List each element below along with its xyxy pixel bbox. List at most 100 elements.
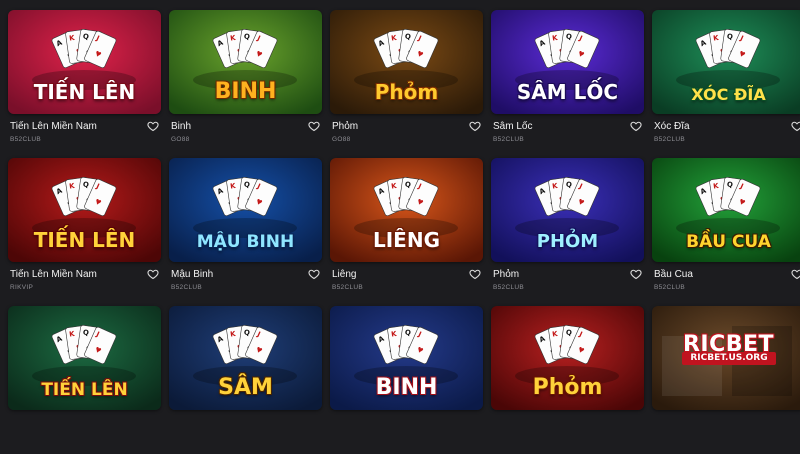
- game-thumbnail[interactable]: A♠K♥Q♠J♥MẬU BINH: [169, 158, 322, 262]
- favorite-heart-icon[interactable]: [630, 267, 642, 280]
- game-card[interactable]: A♠K♥Q♠J♥TIẾN LÊN Tiến Lên Miền Nam RIKVIP: [8, 158, 161, 306]
- game-title-art: TIẾN LÊN: [41, 380, 128, 400]
- game-provider: B52CLUB: [171, 284, 203, 291]
- game-title-art: TIẾN LÊN: [33, 228, 136, 252]
- game-thumbnail[interactable]: A♠K♥Q♠J♥SÂM LỐC: [491, 10, 644, 114]
- game-title-art: LIÊNG: [372, 228, 440, 252]
- game-card[interactable]: A♠K♥Q♠J♥TIẾN LÊN: [8, 306, 161, 454]
- game-title-art: BINH: [375, 375, 438, 400]
- game-card[interactable]: A♠K♥Q♠J♥PHỎM Phỏm B52CLUB: [491, 158, 644, 306]
- game-provider: B52CLUB: [493, 136, 525, 143]
- favorite-heart-icon[interactable]: [791, 119, 800, 132]
- svg-text:Q: Q: [243, 180, 250, 189]
- game-card[interactable]: A♠K♥Q♠J♥MẬU BINH Mậu Binh B52CLUB: [169, 158, 322, 306]
- game-provider: B52CLUB: [10, 136, 42, 143]
- watermark-url: RICBET.US.ORG: [682, 352, 776, 365]
- svg-text:Q: Q: [243, 32, 250, 41]
- game-title-art: MẬU BINH: [196, 232, 295, 252]
- game-title-art: PHỎM: [536, 231, 599, 252]
- game-thumbnail[interactable]: A♠K♥Q♠J♥TIẾN LÊN: [8, 158, 161, 262]
- game-provider: B52CLUB: [493, 284, 525, 291]
- game-meta: Sâm Lốc B52CLUB: [491, 114, 644, 158]
- game-name: Xóc Đĩa: [654, 121, 690, 132]
- game-card[interactable]: A♠K♥Q♠J♥TIẾN LÊN Tiến Lên Miền Nam B52CLUB: [8, 10, 161, 158]
- favorite-heart-icon[interactable]: [469, 119, 481, 132]
- favorite-heart-icon[interactable]: [791, 267, 800, 280]
- game-meta: Bầu Cua B52CLUB: [652, 262, 800, 306]
- game-provider: B52CLUB: [654, 284, 686, 291]
- game-title-art: BẦU CUA: [686, 232, 771, 252]
- game-provider: GO88: [332, 136, 351, 143]
- game-provider: GO88: [171, 136, 190, 143]
- game-card[interactable]: A♠K♥Q♠J♥BẦU CUA Bầu Cua B52CLUB: [652, 158, 800, 306]
- game-meta: Phỏm B52CLUB: [491, 262, 644, 306]
- game-name: Sâm Lốc: [493, 121, 533, 132]
- svg-text:Q: Q: [565, 32, 572, 41]
- svg-text:Q: Q: [726, 180, 733, 189]
- game-meta: Binh GO88: [169, 114, 322, 158]
- favorite-heart-icon[interactable]: [469, 267, 481, 280]
- favorite-heart-icon[interactable]: [630, 119, 642, 132]
- favorite-heart-icon[interactable]: [147, 119, 159, 132]
- svg-text:Q: Q: [404, 328, 411, 337]
- svg-text:Q: Q: [565, 180, 572, 189]
- game-name: Mậu Binh: [171, 269, 214, 280]
- game-meta: Mậu Binh B52CLUB: [169, 262, 322, 306]
- game-thumbnail[interactable]: RICBET RICBET.US.ORG: [652, 306, 800, 410]
- game-card[interactable]: RICBET RICBET.US.ORG: [652, 306, 800, 454]
- game-card[interactable]: A♠K♥Q♠J♥XÓC ĐĨA Xóc Đĩa B52CLUB: [652, 10, 800, 158]
- game-title-art: SÂM: [218, 375, 273, 400]
- game-card[interactable]: A♠K♥Q♠J♥BINH: [330, 306, 483, 454]
- game-card[interactable]: A♠K♥Q♠J♥PhỏmPhỏmGO88: [330, 10, 483, 158]
- game-meta: Xóc Đĩa B52CLUB: [652, 114, 800, 158]
- game-title-art: BINH: [214, 79, 277, 104]
- svg-text:Q: Q: [82, 328, 89, 337]
- game-thumbnail[interactable]: A♠K♥Q♠J♥BINH: [330, 306, 483, 410]
- svg-text:Q: Q: [82, 32, 89, 41]
- game-thumbnail[interactable]: A♠K♥Q♠J♥XÓC ĐĨA: [652, 10, 800, 114]
- game-card[interactable]: A♠K♥Q♠J♥BINH Binh GO88: [169, 10, 322, 158]
- game-title-art: Phỏm: [532, 375, 603, 400]
- game-thumbnail[interactable]: A♠K♥Q♠J♥PHỎM: [491, 158, 644, 262]
- game-card[interactable]: A♠K♥Q♠J♥Phỏm: [491, 306, 644, 454]
- game-name: Tiến Lên Miền Nam: [10, 121, 97, 132]
- game-meta: Tiến Lên Miền Nam B52CLUB: [8, 114, 161, 158]
- game-title-art: TIẾN LÊN: [33, 80, 136, 104]
- game-provider: B52CLUB: [332, 284, 364, 291]
- favorite-heart-icon[interactable]: [308, 267, 320, 280]
- game-thumbnail[interactable]: A♠K♥Q♠J♥Phỏm: [330, 10, 483, 114]
- game-title-art: SÂM LỐC: [516, 80, 619, 104]
- game-thumbnail[interactable]: A♠K♥Q♠J♥TIẾN LÊN: [8, 306, 161, 410]
- game-meta: Phỏm GO88: [330, 114, 483, 158]
- game-thumbnail[interactable]: A♠K♥Q♠J♥BẦU CUA: [652, 158, 800, 262]
- favorite-heart-icon[interactable]: [147, 267, 159, 280]
- watermark-logo: RICBET RICBET.US.ORG: [652, 306, 800, 410]
- svg-text:Q: Q: [243, 328, 250, 337]
- game-grid: A♠K♥Q♠J♥TIẾN LÊN Tiến Lên Miền Nam B52CLUB…: [8, 10, 800, 454]
- game-meta: Liêng B52CLUB: [330, 262, 483, 306]
- game-thumbnail[interactable]: A♠K♥Q♠J♥LIÊNG: [330, 158, 483, 262]
- game-thumbnail[interactable]: A♠K♥Q♠J♥SÂM: [169, 306, 322, 410]
- game-card[interactable]: A♠K♥Q♠J♥SÂM LỐC Sâm Lốc B52CLUB: [491, 10, 644, 158]
- game-card[interactable]: A♠K♥Q♠J♥SÂM: [169, 306, 322, 454]
- game-title-art: XÓC ĐĨA: [691, 85, 766, 104]
- svg-text:Q: Q: [565, 328, 572, 337]
- svg-text:Q: Q: [726, 32, 733, 41]
- game-thumbnail[interactable]: A♠K♥Q♠J♥BINH: [169, 10, 322, 114]
- svg-text:Q: Q: [404, 32, 411, 41]
- favorite-heart-icon[interactable]: [308, 119, 320, 132]
- game-name: Tiến Lên Miền Nam: [10, 269, 97, 280]
- game-name: Phỏm: [493, 269, 520, 280]
- game-title-art: Phỏm: [374, 80, 439, 104]
- game-name: Phỏm: [332, 121, 359, 132]
- game-meta: Tiến Lên Miền Nam RIKVIP: [8, 262, 161, 306]
- svg-text:Q: Q: [404, 180, 411, 189]
- game-provider: B52CLUB: [654, 136, 686, 143]
- game-name: Binh: [171, 121, 192, 132]
- game-card[interactable]: A♠K♥Q♠J♥LIÊNG Liêng B52CLUB: [330, 158, 483, 306]
- game-provider: RIKVIP: [10, 284, 34, 291]
- svg-text:Q: Q: [82, 180, 89, 189]
- game-thumbnail[interactable]: A♠K♥Q♠J♥Phỏm: [491, 306, 644, 410]
- game-name: Bầu Cua: [654, 269, 693, 280]
- game-thumbnail[interactable]: A♠K♥Q♠J♥TIẾN LÊN: [8, 10, 161, 114]
